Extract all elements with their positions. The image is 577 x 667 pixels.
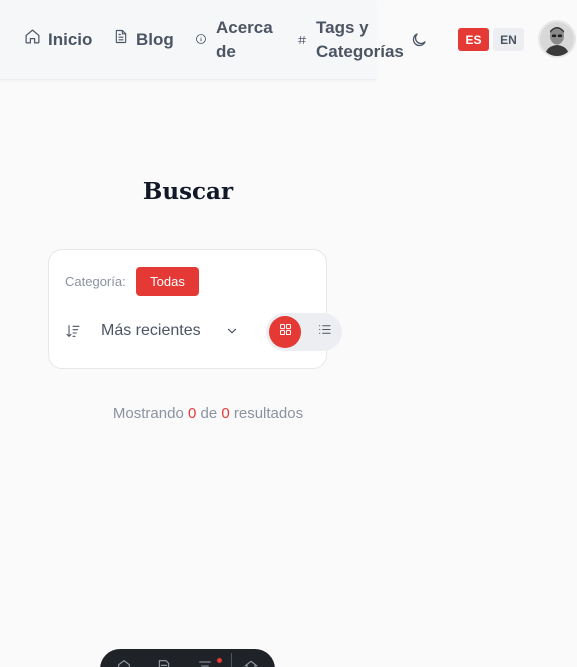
bottom-dock	[100, 649, 275, 667]
grid-view-button[interactable]	[269, 316, 301, 348]
user-avatar[interactable]	[538, 20, 576, 58]
list-icon	[317, 322, 332, 342]
language-en-button[interactable]: EN	[493, 28, 524, 51]
theme-toggle-button[interactable]	[410, 31, 428, 49]
page-title: Buscar	[142, 178, 234, 205]
nav-item-label: Blog	[136, 30, 174, 49]
results-shown-count: 0	[187, 405, 197, 422]
sort-select-value: Más recientes	[101, 322, 201, 339]
nav-item-label: Tags y Categorías	[316, 18, 404, 61]
home-icon	[24, 28, 41, 52]
sort-descending-icon	[65, 323, 81, 339]
filter-panel: Categoría: Todas Más recientes	[48, 249, 342, 369]
results-total-count: 0	[221, 405, 230, 422]
info-icon	[195, 28, 207, 52]
nav-item-label: Inicio	[48, 30, 93, 49]
moon-icon	[410, 33, 428, 53]
dock-blog-icon[interactable]	[156, 658, 172, 667]
nav-item-label: Acerca de	[216, 18, 273, 61]
grid-icon	[278, 322, 293, 342]
list-view-button[interactable]	[308, 316, 340, 348]
dock-notification-dot	[217, 658, 222, 663]
sort-select[interactable]: Más recientes	[93, 318, 243, 344]
dock-home-icon[interactable]	[116, 658, 132, 667]
nav-item-inicio[interactable]: Inicio	[24, 28, 92, 52]
category-chip-todas[interactable]: Todas	[136, 267, 199, 296]
nav-item-acerca-de[interactable]: Acerca de	[195, 16, 280, 64]
dock-filter-icon[interactable]	[197, 658, 213, 667]
view-mode-toggle	[266, 313, 342, 351]
hash-icon	[297, 28, 307, 52]
nav-item-blog[interactable]: Blog	[113, 28, 174, 52]
chevron-down-icon	[225, 324, 239, 338]
dock-settings-icon[interactable]	[243, 658, 259, 667]
nav-item-tags-categorias[interactable]: Tags y Categorías	[297, 16, 406, 64]
results-summary: Mostrando 0 de 0 resultados	[0, 405, 416, 422]
dock-separator	[231, 653, 232, 667]
results-prefix: Mostrando	[112, 405, 184, 422]
results-middle: de	[200, 405, 218, 422]
language-es-button[interactable]: ES	[458, 28, 489, 51]
results-suffix: resultados	[233, 405, 304, 422]
document-icon	[113, 28, 129, 52]
category-label: Categoría:	[65, 274, 126, 289]
